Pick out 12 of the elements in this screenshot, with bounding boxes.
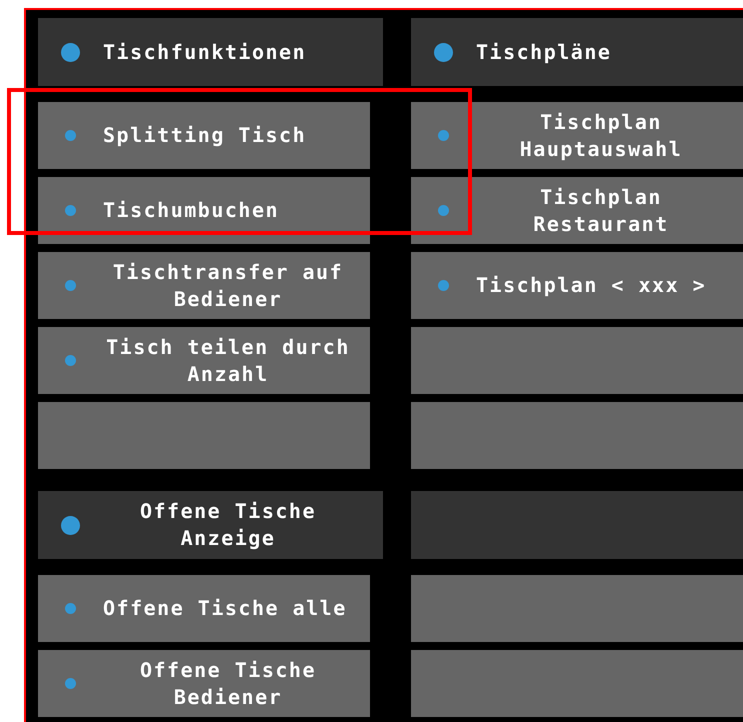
menu-button[interactable]: Tischplan Restaurant xyxy=(411,177,743,244)
menu-button[interactable]: Offene Tische alle xyxy=(38,575,370,642)
menu-button[interactable]: Offene Tische Bediener xyxy=(38,650,370,717)
menu-button[interactable]: Splitting Tisch xyxy=(38,102,370,169)
menu-button[interactable]: Tisch teilen durch Anzahl xyxy=(38,327,370,394)
section-header: Tischfunktionen xyxy=(38,18,383,86)
menu-button[interactable]: Tischplan Hauptauswahl xyxy=(411,102,743,169)
section-header: Offene Tische Anzeige xyxy=(38,491,383,559)
menu-button[interactable]: Tischplan < xxx > xyxy=(411,252,743,319)
section-header: Tischpläne xyxy=(411,18,743,86)
menu-button[interactable]: Tischtransfer auf Bediener xyxy=(38,252,370,319)
menu-button[interactable]: Tischumbuchen xyxy=(38,177,370,244)
